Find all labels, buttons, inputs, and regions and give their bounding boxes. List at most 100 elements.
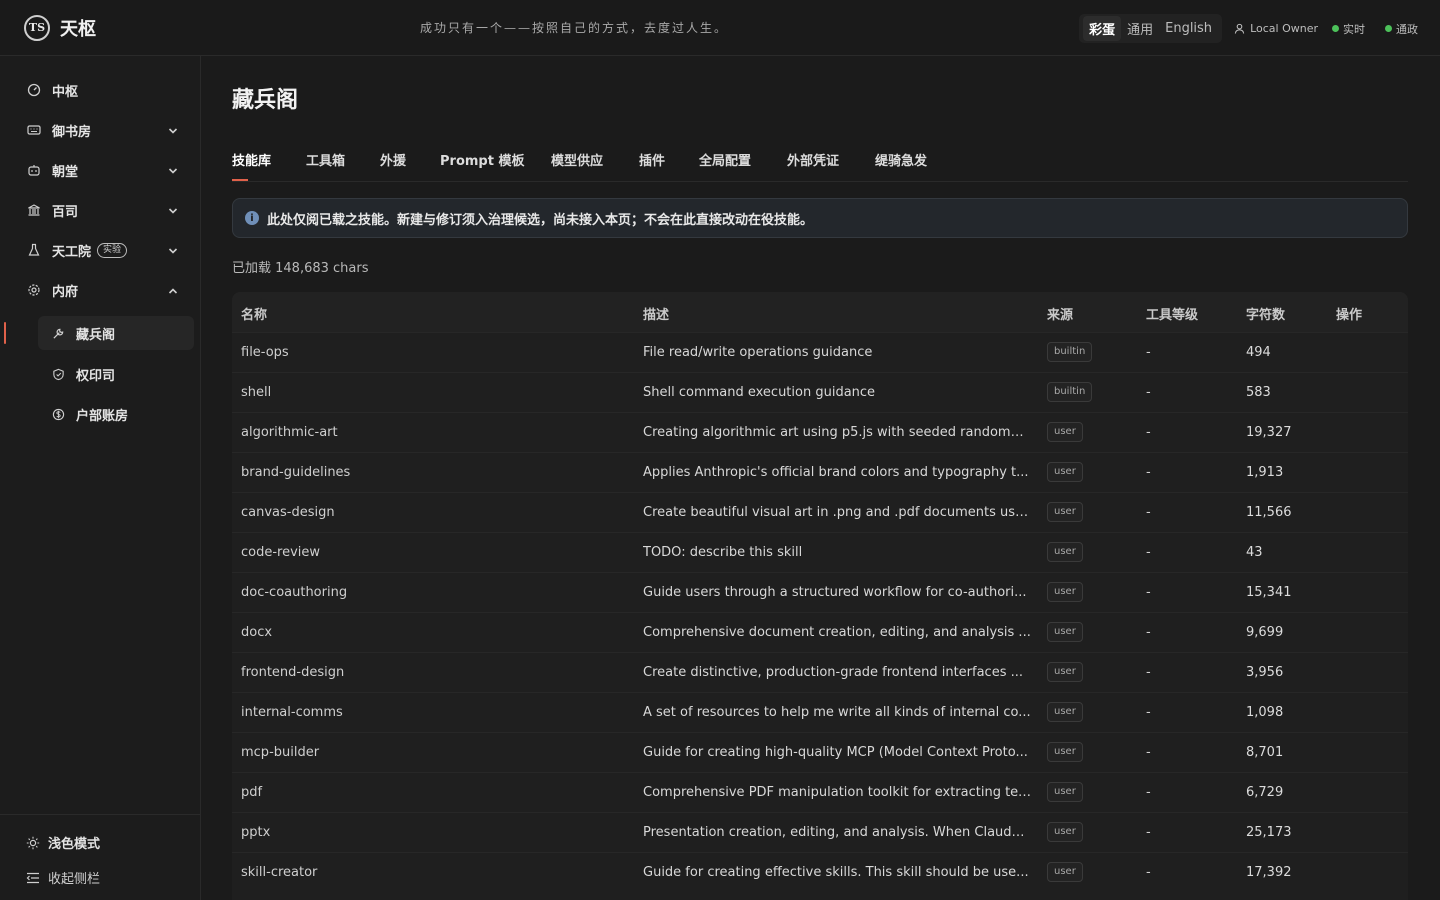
status-dot-icon <box>1332 25 1339 32</box>
building-icon <box>26 202 42 218</box>
light-mode-label: 浅色模式 <box>48 837 101 852</box>
flask-icon <box>26 242 42 258</box>
char-count: 494 <box>1246 345 1271 360</box>
skill-description: Shell command execution guidance <box>643 385 876 400</box>
table-row[interactable]: pdf Comprehensive PDF manipulation toolki… <box>232 772 1408 812</box>
table-row[interactable]: pptx Presentation creation, editing, and … <box>232 812 1408 852</box>
table-row[interactable]: internal-comms A set of resources to help… <box>232 692 1408 732</box>
sidebar-item-study[interactable]: 御书房 <box>14 113 194 147</box>
tab-toolbox[interactable]: 工具箱 <box>306 150 345 169</box>
table-row[interactable]: brand-guidelines Applies Anthropic's offi… <box>232 452 1408 492</box>
theme-option-easter-egg[interactable]: 彩蛋 <box>1083 16 1122 41</box>
tool-level: - <box>1146 745 1151 760</box>
theme-switcher: 彩蛋 通用 English <box>1079 14 1223 43</box>
skill-description: Applies Anthropic's official brand color… <box>643 465 1029 480</box>
skill-name: doc-coauthoring <box>241 585 348 600</box>
active-indicator <box>4 322 6 344</box>
sidebar-item-lab[interactable]: 天工院 实验 <box>14 233 194 267</box>
char-count: 9,699 <box>1246 625 1284 640</box>
skill-description: Guide for creating high-quality MCP (Mod… <box>643 745 1028 760</box>
collapse-sidebar-button[interactable]: 收起侧栏 <box>26 868 100 887</box>
sidebar-item-court[interactable]: 朝堂 <box>14 153 194 187</box>
tab-urgent-dispatch[interactable]: 缇骑急发 <box>875 150 927 169</box>
status-connected: 通政 <box>1385 21 1418 37</box>
sidebar: 中枢 御书房 朝堂 百司 天工院 实验 内府 藏兵阁 权印司 户部账房 浅色模式… <box>0 56 201 900</box>
source-cell: user <box>1047 822 1083 842</box>
sidebar-item-inner-court[interactable]: 内府 <box>14 273 194 307</box>
logo[interactable]: TS 天枢 <box>24 14 204 41</box>
table-row[interactable]: mcp-builder Guide for creating high-quali… <box>232 732 1408 772</box>
tab-external-help[interactable]: 外援 <box>380 150 406 169</box>
tab-prompt-templates[interactable]: Prompt 模板 <box>440 150 524 169</box>
char-count: 3,956 <box>1246 665 1284 680</box>
source-cell: user <box>1047 462 1083 482</box>
table-row[interactable]: frontend-design Create distinctive, produ… <box>232 652 1408 692</box>
column-header-source[interactable]: 来源 <box>1047 304 1073 323</box>
source-badge: user <box>1047 822 1083 842</box>
table-row[interactable]: file-ops File read/write operations guida… <box>232 332 1408 372</box>
sidebar-subitem-accounts[interactable]: 户部账房 <box>38 397 194 431</box>
source-badge: user <box>1047 502 1083 522</box>
table-row[interactable]: skill-creator Guide for creating effectiv… <box>232 852 1408 892</box>
skill-description: Guide for creating effective skills. Thi… <box>643 865 1029 880</box>
notice-text: 此处仅阅已载之技能。新建与修订须入治理候选，尚未接入本页；不会在此直接改动在役技… <box>267 212 814 228</box>
skill-name: skill-creator <box>241 865 318 880</box>
source-badge: user <box>1047 542 1083 562</box>
light-mode-toggle[interactable]: 浅色模式 <box>26 833 100 852</box>
skill-name: brand-guidelines <box>241 465 351 480</box>
source-badge: user <box>1047 622 1083 642</box>
sidebar-item-hub[interactable]: 中枢 <box>14 73 194 107</box>
sidebar-item-label: 中枢 <box>52 84 79 100</box>
skill-description: Presentation creation, editing, and anal… <box>643 825 1031 840</box>
column-header-name[interactable]: 名称 <box>241 304 267 323</box>
theme-option-general[interactable]: 通用 <box>1121 16 1159 41</box>
skill-name: frontend-design <box>241 665 345 680</box>
table-row[interactable]: code-review TODO: describe this skill user… <box>232 532 1408 572</box>
robot-icon <box>26 162 42 178</box>
column-header-description[interactable]: 描述 <box>643 304 669 323</box>
sidebar-subitem-seal-office[interactable]: 权印司 <box>38 357 194 391</box>
tab-bar: 技能库 工具箱 外援 Prompt 模板 模型供应 插件 全局配置 外部凭证 缇… <box>232 150 1408 182</box>
skill-description: TODO: describe this skill <box>643 545 803 560</box>
table-row[interactable]: canvas-design Create beautiful visual art… <box>232 492 1408 532</box>
char-count: 17,392 <box>1246 865 1292 880</box>
source-cell: user <box>1047 742 1083 762</box>
header-motto: 成功只有一个——按照自己的方式，去度过人生。 <box>420 21 729 35</box>
sidebar-item-label: 天工院 <box>52 244 92 260</box>
char-count: 15,341 <box>1246 585 1292 600</box>
skills-table: 名称 描述 来源 工具等级 字符数 操作 file-ops File read/w… <box>232 292 1408 900</box>
status-realtime-label: 实时 <box>1343 22 1365 36</box>
info-icon: i <box>245 211 259 225</box>
loaded-summary: 已加载 148,683 chars <box>232 261 369 276</box>
table-row[interactable]: doc-coauthoring Guide users through a str… <box>232 572 1408 612</box>
sidebar-item-departments[interactable]: 百司 <box>14 193 194 227</box>
char-count: 43 <box>1246 545 1263 560</box>
status-connected-label: 通政 <box>1396 22 1418 36</box>
skill-description: Guide users through a structured workflo… <box>643 585 1027 600</box>
tab-plugins[interactable]: 插件 <box>639 150 665 169</box>
collapse-label: 收起侧栏 <box>48 872 101 887</box>
user-icon <box>1234 23 1245 34</box>
tab-external-credentials[interactable]: 外部凭证 <box>787 150 839 169</box>
tab-model-providers[interactable]: 模型供应 <box>551 150 603 169</box>
tab-skills[interactable]: 技能库 <box>232 150 271 169</box>
sidebar-subitem-armory[interactable]: 藏兵阁 <box>38 316 194 350</box>
table-row[interactable]: algorithmic-art Creating algorithmic art … <box>232 412 1408 452</box>
skill-description: Comprehensive PDF manipulation toolkit f… <box>643 785 1031 800</box>
tool-level: - <box>1146 705 1151 720</box>
tool-level: - <box>1146 825 1151 840</box>
table-row[interactable]: docx Comprehensive document creation, edi… <box>232 612 1408 652</box>
table-row[interactable]: shell Shell command execution guidance bui… <box>232 372 1408 412</box>
source-cell: user <box>1047 582 1083 602</box>
owner-menu[interactable]: Local Owner <box>1234 22 1318 35</box>
tab-global-config[interactable]: 全局配置 <box>699 150 751 169</box>
column-header-chars[interactable]: 字符数 <box>1246 304 1285 323</box>
column-header-tool-level[interactable]: 工具等级 <box>1146 304 1198 323</box>
source-badge: user <box>1047 582 1083 602</box>
tool-level: - <box>1146 865 1151 880</box>
info-notice: i 此处仅阅已载之技能。新建与修订须入治理候选，尚未接入本页；不会在此直接改动在… <box>232 198 1408 238</box>
source-badge: user <box>1047 462 1083 482</box>
source-cell: user <box>1047 662 1083 682</box>
theme-option-english[interactable]: English <box>1159 18 1218 39</box>
active-tab-underline <box>232 179 248 181</box>
